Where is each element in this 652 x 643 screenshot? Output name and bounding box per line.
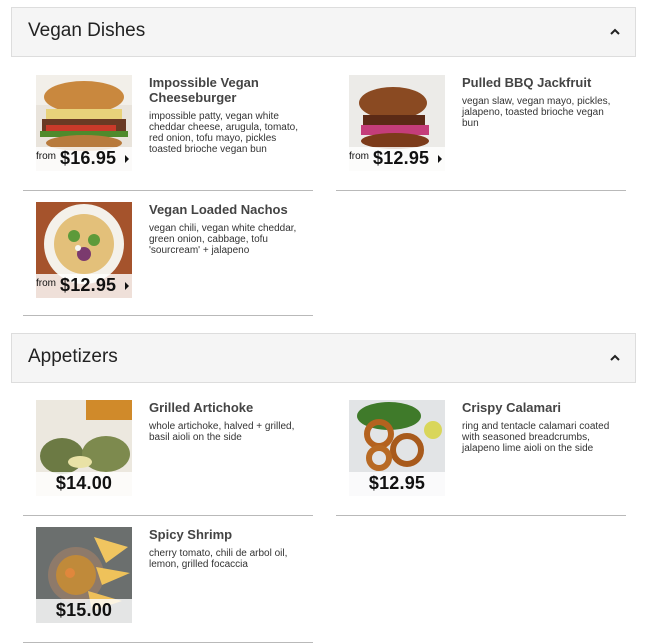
price-bar: from $12.95: [36, 274, 132, 298]
caret-right-icon: [438, 155, 442, 163]
price: $16.95: [60, 148, 117, 168]
price-bar: $14.00: [36, 472, 132, 496]
price-bar: $15.00: [36, 599, 132, 623]
section-header-vegan-dishes[interactable]: Vegan Dishes: [11, 7, 636, 57]
price-prefix: from: [349, 151, 369, 162]
price: $12.95: [368, 473, 426, 493]
chevron-up-icon[interactable]: [609, 28, 621, 36]
jackfruit-sandwich-photo[interactable]: from $12.95: [349, 75, 445, 171]
caret-right-icon: [125, 155, 129, 163]
divider: [23, 315, 313, 316]
divider: [336, 190, 626, 191]
section-header-appetizers[interactable]: Appetizers: [11, 333, 636, 383]
divider: [23, 515, 313, 516]
menu-item[interactable]: from $16.95 Impossible Vegan Cheeseburge…: [23, 75, 313, 191]
item-name[interactable]: Impossible Vegan Cheeseburger: [149, 75, 299, 105]
calamari-photo[interactable]: $12.95: [349, 400, 445, 496]
item-name[interactable]: Vegan Loaded Nachos: [149, 202, 299, 217]
burger-photo[interactable]: from $16.95: [36, 75, 132, 171]
menu-item[interactable]: $14.00 Grilled Artichoke whole artichoke…: [23, 400, 313, 516]
item-description: vegan chili, vegan white cheddar, green …: [149, 223, 297, 256]
price: $12.95: [373, 148, 430, 168]
item-description: impossible patty, vegan white cheddar ch…: [149, 111, 298, 155]
item-description: vegan slaw, vegan mayo, pickles, jalapen…: [462, 96, 611, 129]
chevron-up-icon[interactable]: [609, 354, 621, 362]
item-name[interactable]: Grilled Artichoke: [149, 400, 299, 415]
section-title: Appetizers: [28, 346, 118, 367]
item-name[interactable]: Crispy Calamari: [462, 400, 612, 415]
artichoke-photo[interactable]: $14.00: [36, 400, 132, 496]
price-prefix: from: [36, 151, 56, 162]
divider: [336, 515, 626, 516]
price: $15.00: [55, 600, 113, 620]
menu-item[interactable]: from $12.95 Pulled BBQ Jackfruit vegan s…: [336, 75, 626, 191]
item-description: cherry tomato, chili de arbol oil, lemon…: [149, 548, 288, 570]
item-description: ring and tentacle calamari coated with s…: [462, 421, 610, 454]
caret-right-icon: [125, 282, 129, 290]
menu-item[interactable]: $12.95 Crispy Calamari ring and tentacle…: [336, 400, 626, 516]
item-name[interactable]: Spicy Shrimp: [149, 527, 299, 542]
item-description: whole artichoke, halved + grilled, basil…: [149, 421, 295, 443]
menu-item[interactable]: from $12.95 Vegan Loaded Nachos vegan ch…: [23, 202, 313, 316]
nachos-photo[interactable]: from $12.95: [36, 202, 132, 298]
price-bar: from $12.95: [349, 147, 445, 171]
divider: [23, 190, 313, 191]
price: $14.00: [55, 473, 113, 493]
price: $12.95: [60, 275, 117, 295]
item-name[interactable]: Pulled BBQ Jackfruit: [462, 75, 612, 90]
menu-item[interactable]: $15.00 Spicy Shrimp cherry tomato, chili…: [23, 527, 313, 643]
section-title: Vegan Dishes: [28, 20, 146, 41]
shrimp-photo[interactable]: $15.00: [36, 527, 132, 623]
price-prefix: from: [36, 278, 56, 289]
price-bar: from $16.95: [36, 147, 132, 171]
price-bar: $12.95: [349, 472, 445, 496]
